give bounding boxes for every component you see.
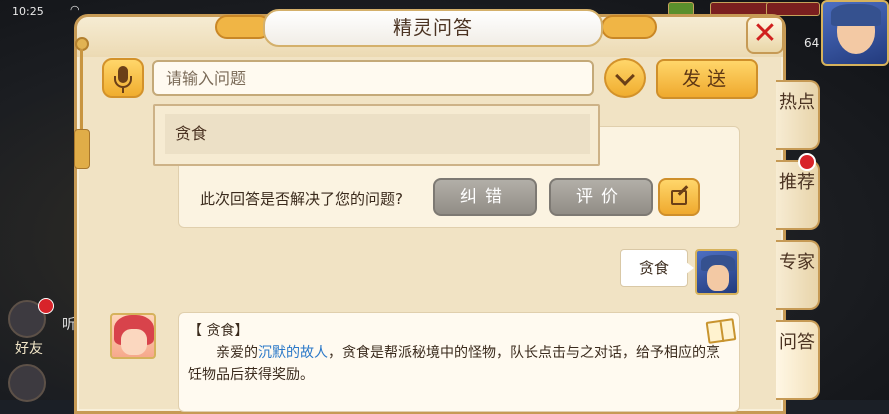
voice-input-button[interactable] [102, 58, 144, 98]
book-icon[interactable] [703, 314, 741, 348]
answer-text: 亲爱的沉默的故人，贪食是帮派秘境中的怪物，队长点击与之对话，给予相应的烹饪物品后… [188, 342, 728, 386]
tassel-end [74, 129, 90, 169]
tab-expert[interactable]: 专家 [776, 240, 820, 310]
chevron-down-icon [615, 66, 635, 86]
notification-badge [38, 298, 54, 314]
status-time: 10:25 [12, 5, 44, 18]
correct-error-button[interactable]: 纠错 [433, 178, 537, 216]
close-button[interactable]: ✕ [746, 16, 784, 54]
rate-button[interactable]: 评价 [549, 178, 653, 216]
tab-hot[interactable]: 热点 [776, 80, 820, 150]
close-icon: ✕ [752, 16, 778, 51]
avatar-face [707, 265, 729, 291]
level-number: 64 [804, 36, 820, 50]
ribbon-ornament-right [601, 15, 657, 39]
share-button[interactable] [658, 178, 700, 216]
question-input[interactable] [152, 60, 594, 96]
bubble-tail [686, 262, 694, 274]
chat-icon[interactable] [8, 364, 46, 402]
tassel-ornament [73, 37, 91, 169]
avatar-face [121, 329, 147, 355]
send-button[interactable]: 发送 [656, 59, 758, 99]
user-avatar [695, 249, 739, 295]
answer-heading: 【 贪食】 [188, 323, 249, 339]
friend-label: 好友 [15, 341, 43, 357]
tab-recommend[interactable]: 推荐 [776, 160, 820, 230]
player-avatar[interactable] [821, 0, 889, 66]
assistant-avatar [110, 313, 156, 359]
solved-question-text: 此次回答是否解决了您的问题? [200, 190, 403, 208]
history-dropdown-button[interactable] [604, 58, 646, 98]
player-name-link[interactable]: 沉默的故人 [258, 345, 328, 361]
wifi-icon: ◠ [70, 3, 80, 16]
suggestion-dropdown: 贪食 [153, 104, 600, 166]
tassel-rope [80, 49, 83, 139]
avatar-hair [831, 4, 881, 26]
microphone-stand [114, 76, 132, 88]
suggestion-item[interactable]: 贪食 [165, 114, 590, 154]
microphone-foot [122, 88, 124, 93]
user-message-bubble: 贪食 [620, 249, 688, 287]
answer-prefix: 亲爱的 [216, 345, 258, 361]
tab-qa[interactable]: 问答 [776, 320, 820, 400]
notification-badge [798, 153, 816, 171]
page-title: 精灵问答 [263, 9, 603, 47]
